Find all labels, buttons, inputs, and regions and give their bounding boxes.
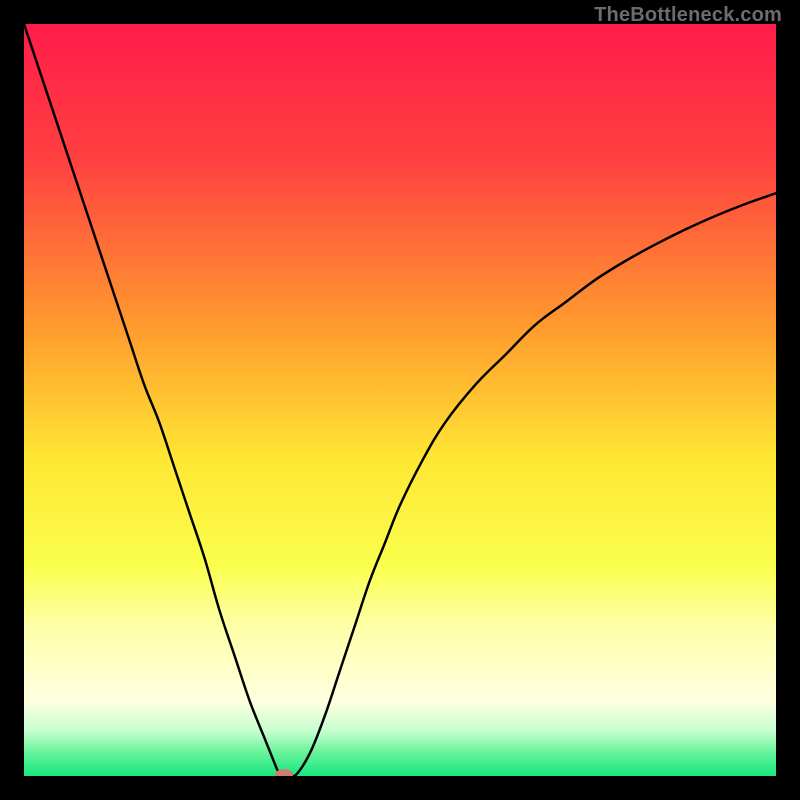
plot-area [24,24,776,776]
optimum-marker [275,769,293,776]
chart-stage: TheBottleneck.com [0,0,800,800]
bottleneck-curve [24,24,776,776]
